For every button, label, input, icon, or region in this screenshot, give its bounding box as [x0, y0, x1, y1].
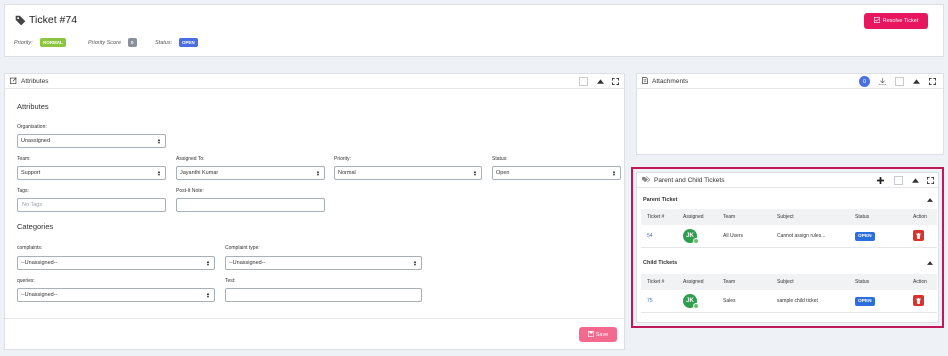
- online-check-icon: [693, 237, 699, 244]
- tags-label: Tags:: [17, 188, 29, 194]
- tag-icon: [15, 15, 26, 28]
- team-cell: Sales: [717, 290, 771, 313]
- save-label: Save: [595, 331, 609, 338]
- select-caret-icon: ▲ ▼: [473, 169, 477, 177]
- postit-label: Post-It Note:: [176, 188, 204, 194]
- table-row[interactable]: 54 JK All Users Cannot assign rules... O…: [641, 225, 937, 248]
- edit-icon: [10, 76, 17, 86]
- add-icon[interactable]: [875, 175, 886, 186]
- check-square-icon: [873, 17, 880, 25]
- save-button[interactable]: Save: [579, 327, 617, 342]
- panel-checkbox[interactable]: [578, 76, 589, 87]
- panel-checkbox[interactable]: [893, 175, 904, 186]
- assigned-to-select[interactable]: Jayanthi Kumar ▲ ▼: [176, 166, 325, 180]
- resolve-ticket-button[interactable]: Resolve Ticket: [864, 13, 928, 29]
- postit-input[interactable]: [176, 198, 325, 212]
- parent-child-panel-title: Parent and Child Tickets: [654, 176, 725, 184]
- priority-field-label: Priority:: [334, 156, 351, 162]
- test-label: Test:: [225, 278, 236, 284]
- attachments-count-badge: 0: [859, 76, 870, 87]
- parent-child-panel: Parent and Child Tickets Parent Ticket T…: [636, 172, 939, 323]
- status-select[interactable]: Open ▲ ▼: [492, 166, 621, 180]
- table-header-row: Ticket # Assigned Team Subject Status Ac…: [641, 274, 937, 290]
- child-section-toggle-icon[interactable]: [927, 261, 933, 267]
- child-tickets-heading: Child Tickets: [643, 260, 678, 266]
- subject-cell: sample child ticket: [771, 290, 849, 313]
- attributes-section-title: Attributes: [17, 102, 49, 111]
- ticket-link[interactable]: 54: [641, 225, 677, 248]
- online-check-icon: [693, 302, 699, 309]
- select-caret-icon: ▲ ▼: [206, 259, 210, 267]
- select-caret-icon: ▲ ▼: [157, 169, 161, 177]
- status-label: Status:: [155, 40, 173, 46]
- child-tickets-table: Ticket # Assigned Team Subject Status Ac…: [641, 274, 937, 313]
- delete-icon[interactable]: [913, 295, 924, 307]
- parent-ticket-table: Ticket # Assigned Team Subject Status Ac…: [641, 209, 937, 248]
- organisation-select[interactable]: Unassigned ▲ ▼: [17, 134, 166, 148]
- collapse-icon[interactable]: [595, 76, 606, 87]
- categories-section-title: Categories: [17, 222, 54, 231]
- status-field-label: Status:: [492, 156, 508, 162]
- resolve-ticket-label: Resolve Ticket: [882, 18, 919, 24]
- score-badge: 0: [128, 38, 137, 47]
- panel-checkbox[interactable]: [894, 76, 905, 87]
- select-caret-icon: ▲ ▼: [316, 169, 320, 177]
- status-badge: OPEN: [179, 38, 198, 47]
- queries-select[interactable]: --Unassigned-- ▲ ▼: [17, 288, 215, 302]
- subject-cell: Cannot assign rules...: [771, 225, 849, 248]
- complaints-select[interactable]: --Unassigned-- ▲ ▼: [17, 256, 215, 270]
- ticket-link[interactable]: 75: [641, 290, 677, 313]
- complaint-type-label: Complaint type:: [225, 245, 260, 251]
- delete-icon[interactable]: [913, 230, 924, 242]
- queries-label: queries:: [17, 278, 35, 284]
- attributes-panel: Attributes Attributes Organisation: Unas…: [4, 73, 625, 350]
- collapse-icon[interactable]: [910, 175, 921, 186]
- complaint-type-select[interactable]: --Unassigned-- ▲ ▼: [225, 256, 422, 270]
- attributes-panel-header: Attributes: [5, 74, 624, 89]
- page-title: Ticket #74: [29, 14, 78, 26]
- attachments-panel: Attachments 0: [636, 73, 944, 155]
- priority-select[interactable]: Normal ▲ ▼: [334, 166, 482, 180]
- download-icon[interactable]: [877, 76, 888, 87]
- select-caret-icon: ▲ ▼: [206, 291, 210, 299]
- score-label: Priority Score: [88, 40, 122, 46]
- select-caret-icon: ▲ ▼: [413, 259, 417, 267]
- priority-badge: NORMAL: [40, 38, 66, 47]
- status-badge: OPEN: [855, 231, 875, 241]
- file-icon: [642, 76, 648, 86]
- expand-icon[interactable]: [925, 175, 936, 186]
- assigned-to-label: Assigned To:: [176, 156, 205, 162]
- select-caret-icon: ▲ ▼: [612, 169, 616, 177]
- ticket-header: Ticket #74 Priority: NORMAL Priority Sco…: [4, 4, 944, 57]
- avatar: JK: [683, 228, 699, 244]
- team-cell: All Users: [717, 225, 771, 248]
- collapse-icon[interactable]: [911, 76, 922, 87]
- complaints-label: complaints:: [17, 245, 43, 251]
- attributes-footer-divider: [5, 318, 624, 319]
- parent-section-toggle-icon[interactable]: [927, 198, 933, 204]
- team-select[interactable]: Support ▲ ▼: [17, 166, 166, 180]
- select-caret-icon: ▲ ▼: [157, 137, 161, 145]
- status-badge: OPEN: [855, 296, 875, 306]
- table-header-row: Ticket # Assigned Team Subject Status Ac…: [641, 209, 937, 225]
- parent-ticket-heading: Parent Ticket: [643, 197, 678, 203]
- organisation-label: Organisation:: [17, 124, 47, 130]
- avatar: JK: [683, 293, 699, 309]
- attachments-panel-title: Attachments: [652, 77, 689, 85]
- table-row[interactable]: 75 JK Sales sample child ticket OPEN: [641, 290, 937, 313]
- team-label: Team:: [17, 156, 31, 162]
- test-input[interactable]: [225, 288, 422, 302]
- tags-input[interactable]: No Tags: [17, 198, 166, 212]
- expand-icon[interactable]: [610, 76, 621, 87]
- attributes-panel-title: Attributes: [21, 77, 49, 85]
- tags-icon: [642, 176, 651, 185]
- priority-label: Priority:: [14, 40, 33, 46]
- save-disk-icon: [587, 330, 594, 339]
- expand-icon[interactable]: [927, 76, 938, 87]
